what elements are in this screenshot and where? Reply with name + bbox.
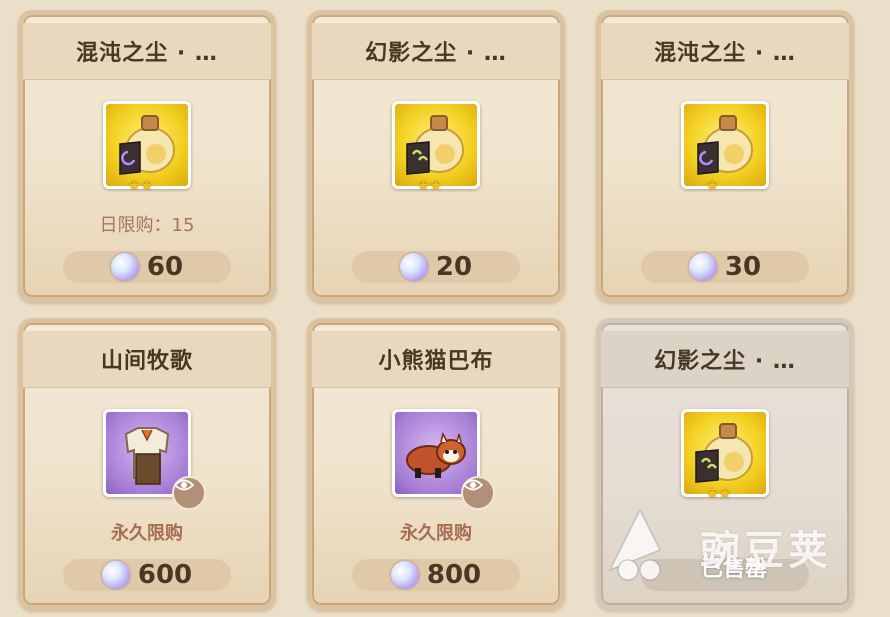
red-panda-icon (392, 409, 495, 510)
price-bar[interactable]: 800 (352, 559, 520, 591)
price-value: 800 (426, 560, 482, 590)
preview-eye-icon[interactable] (461, 476, 495, 510)
chaos-dust-icon: ★★ (103, 101, 191, 194)
price-bar[interactable]: 20 (352, 251, 520, 283)
shop-item-card[interactable]: 混沌之尘 · … ★ 30 (596, 10, 854, 302)
sold-out-label: 已售罄 (701, 557, 768, 582)
shop-item-card-sold-out: 幻影之尘 · … ★★ 已售罄 (596, 318, 854, 610)
outfit-icon (103, 409, 206, 510)
rarity-stars: ★ (706, 178, 719, 194)
gem-currency-icon (688, 253, 717, 281)
gem-currency-icon (399, 253, 428, 281)
price-value: 60 (146, 252, 184, 282)
gem-currency-icon (101, 561, 130, 589)
phantom-dust-icon: ★★ (392, 101, 480, 194)
daily-limit-label: 日限购：15 (99, 215, 195, 236)
phantom-dust-icon: ★★ (681, 409, 769, 502)
shop-item-card[interactable]: 小熊猫巴布 永久限购 800 (307, 318, 565, 610)
item-title: 混沌之尘 · … (601, 23, 849, 80)
rarity-stars: ★★ (417, 178, 443, 194)
price-value: 600 (137, 560, 193, 590)
shop-item-card[interactable]: 混沌之尘 · … ★★ 日限购：15 60 (18, 10, 276, 302)
rarity-stars: ★★ (128, 178, 154, 194)
rarity-stars: ★★ (706, 486, 732, 502)
permanent-limit-label: 永久限购 (400, 523, 472, 544)
price-bar[interactable]: 60 (63, 251, 231, 283)
chaos-dust-icon: ★ (681, 101, 769, 194)
price-value: 20 (435, 252, 473, 282)
item-title: 山间牧歌 (23, 331, 271, 388)
permanent-limit-label: 永久限购 (111, 523, 183, 544)
gem-currency-icon (110, 253, 139, 281)
shop-item-card[interactable]: 幻影之尘 · … ★★ 20 (307, 10, 565, 302)
item-title: 小熊猫巴布 (312, 331, 560, 388)
item-title: 幻影之尘 · … (601, 331, 849, 388)
price-value: 30 (724, 252, 762, 282)
price-bar[interactable]: 30 (641, 251, 809, 283)
item-title: 幻影之尘 · … (312, 23, 560, 80)
gem-currency-icon (390, 561, 419, 589)
item-title: 混沌之尘 · … (23, 23, 271, 80)
shop-item-card[interactable]: 山间牧歌 永久限购 600 (18, 318, 276, 610)
price-bar[interactable]: 600 (63, 559, 231, 591)
preview-eye-icon[interactable] (172, 476, 206, 510)
